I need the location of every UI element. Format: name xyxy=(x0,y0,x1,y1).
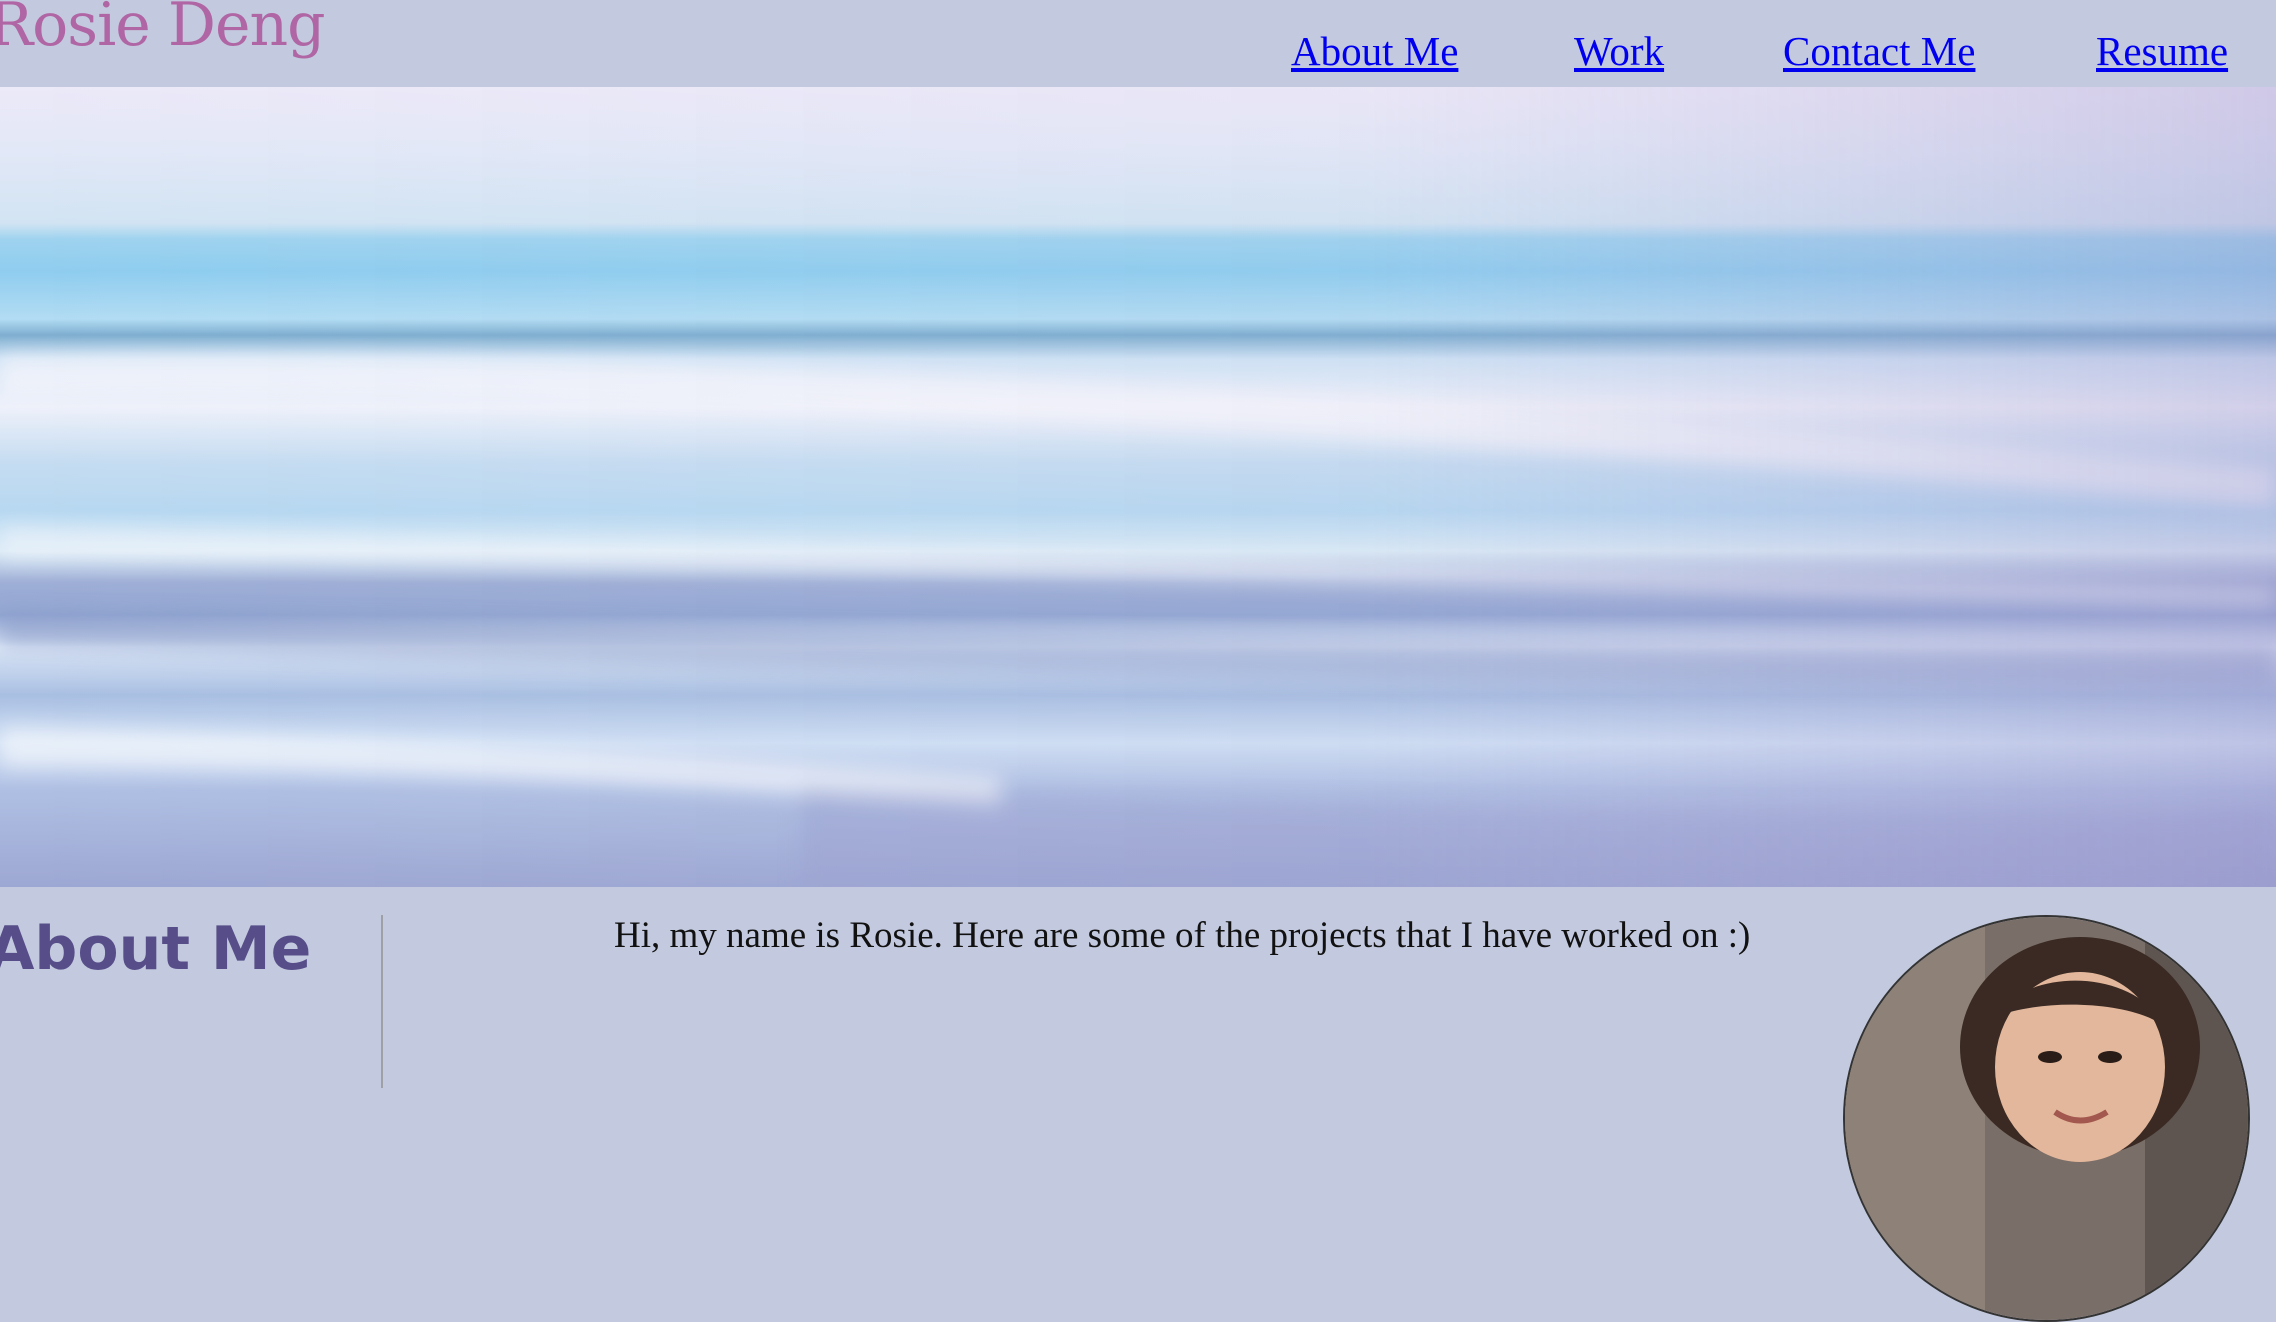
nav-work[interactable]: Work xyxy=(1574,27,1664,75)
intro-text: Hi, my name is Rosie. Here are some of t… xyxy=(614,915,1751,956)
long-exposure-sea-image xyxy=(0,87,2276,887)
vertical-divider xyxy=(381,915,383,1088)
hero-image xyxy=(0,87,2276,887)
profile-photo-image xyxy=(1845,917,2248,1320)
site-header: Rosie Deng About Me Work Contact Me Resu… xyxy=(0,0,2276,87)
nav-contact-me[interactable]: Contact Me xyxy=(1783,27,1975,75)
nav-about-me[interactable]: About Me xyxy=(1291,27,1458,75)
about-me-heading: About Me xyxy=(0,914,312,984)
site-logo[interactable]: Rosie Deng xyxy=(0,0,326,60)
profile-photo xyxy=(1843,915,2250,1322)
nav-resume[interactable]: Resume xyxy=(2096,27,2228,75)
